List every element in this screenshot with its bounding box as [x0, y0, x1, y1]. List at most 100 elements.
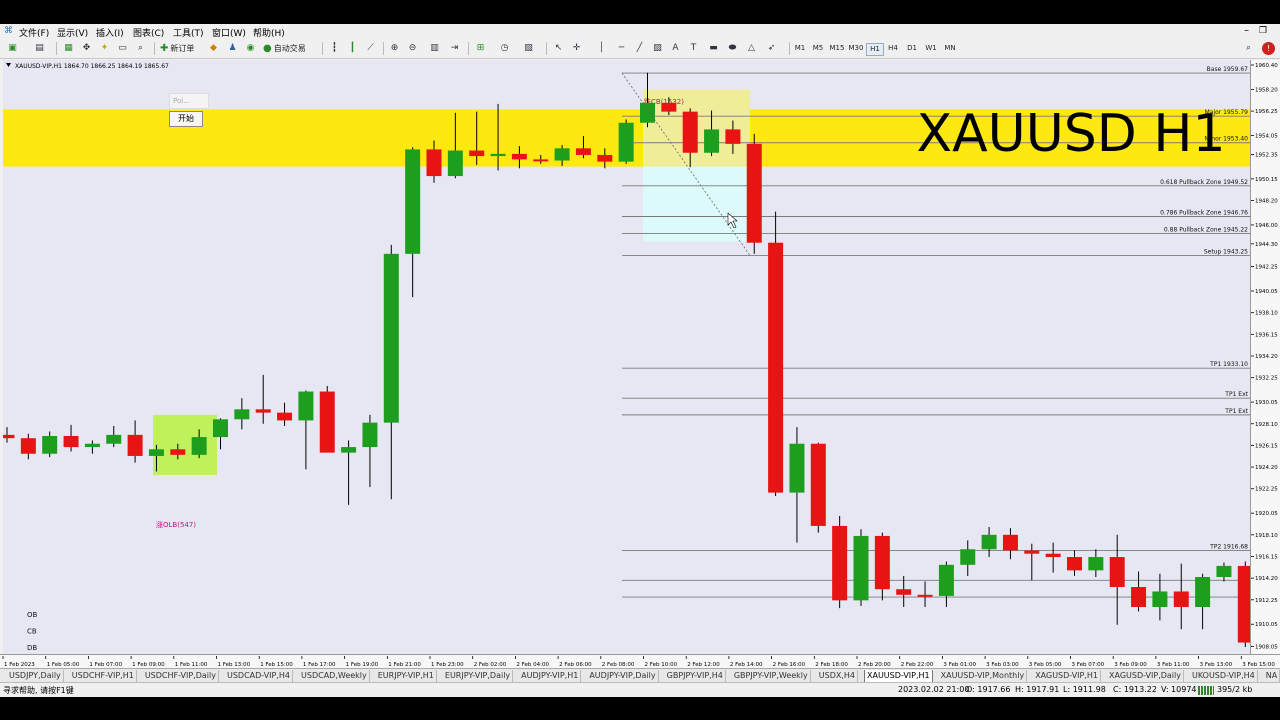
channel-icon[interactable]: ▨	[651, 42, 664, 55]
triangle-icon[interactable]: △	[745, 42, 758, 55]
new-order-button[interactable]: ✚ 新订单	[160, 42, 194, 55]
menu-file[interactable]: 文件(F)	[19, 26, 49, 39]
olb-label: 涨OLB(547)	[156, 520, 196, 529]
trendline-icon[interactable]: ╱	[633, 42, 646, 55]
candle-body	[213, 419, 228, 438]
chart-tab[interactable]: USDCHF-VIP,H1	[70, 670, 137, 682]
price-tick-label: 1910.05	[1255, 622, 1278, 628]
minimize-icon[interactable]: –	[1244, 25, 1249, 36]
price-tick-label: 1930.05	[1255, 400, 1278, 406]
candle-body	[874, 535, 890, 590]
auto-trading-label: 自动交易	[273, 44, 306, 53]
start-button[interactable]: 开始	[169, 111, 203, 127]
chart-tab[interactable]: GBPJPY-VIP,H4	[665, 670, 726, 682]
price-tick-label: 1916.15	[1255, 554, 1278, 560]
candle-body	[575, 148, 591, 155]
navigator-icon[interactable]: ✦	[98, 42, 111, 55]
candlestick-icon[interactable]: ┃	[346, 42, 359, 55]
level-label-tp2: TP2 1916.68	[1209, 544, 1248, 551]
timeframe-m5[interactable]: M5	[810, 43, 826, 54]
new-order-icon: ✚	[160, 43, 169, 54]
ellipse-icon[interactable]: ⬬	[726, 42, 739, 55]
price-tick-label: 1942.25	[1255, 265, 1278, 271]
level-label-pb618: 0.618 Pullback Zone 1949.52	[1160, 179, 1248, 186]
crosshair-icon[interactable]: ✛	[570, 42, 583, 55]
terminal-icon[interactable]: ▭	[116, 42, 129, 55]
status-traffic: 395/2 kb	[1217, 685, 1253, 694]
menu-help[interactable]: 帮助(H)	[253, 26, 285, 39]
level-label-setup: Setup 1943.25	[1204, 248, 1248, 255]
profiles-icon[interactable]: ▤	[33, 42, 46, 55]
chart-info-arrow-icon	[6, 63, 11, 67]
vertical-line-icon[interactable]: │	[595, 42, 608, 55]
chart-tab[interactable]: XAGUSD-VIP,Daily	[1107, 670, 1184, 682]
level-label-tp1b: TP1 Ext	[1224, 408, 1248, 415]
tester-icon[interactable]: ⌕	[134, 42, 147, 55]
timeframe-m30[interactable]: M30	[848, 43, 864, 54]
indicators-icon[interactable]: ⊞	[474, 42, 487, 55]
chart-tab[interactable]: AUDJPY-VIP,Daily	[587, 670, 659, 682]
price-tick-label: 1932.25	[1255, 376, 1278, 382]
zoom-in-icon[interactable]: ⊕	[388, 42, 401, 55]
menu-charts[interactable]: 图表(C)	[133, 26, 164, 39]
bar-chart-icon[interactable]: ┇	[328, 42, 341, 55]
chart-area[interactable]: Base 1959.67 Major 1955.79 Minor 1953.40 0.…	[3, 60, 1250, 654]
alert-icon[interactable]: !	[1262, 42, 1275, 55]
chart-tab[interactable]: XAUUSD-VIP,Monthly	[939, 670, 1028, 682]
chart-tab[interactable]: XAGUSD-VIP,H1	[1033, 670, 1102, 682]
candle-body	[1216, 565, 1232, 578]
price-tick-label: 1946.00	[1255, 223, 1278, 229]
chart-tab[interactable]: USDCHF-VIP,Daily	[143, 670, 219, 682]
market-icon[interactable]: ◉	[244, 42, 257, 55]
metaeditor-icon[interactable]: ◆	[207, 42, 220, 55]
search-icon[interactable]: ⌕	[1242, 42, 1255, 55]
menu-tools[interactable]: 工具(T)	[173, 26, 204, 39]
chart-tab[interactable]: EURJPY-VIP,Daily	[443, 670, 514, 682]
timeframe-d1[interactable]: D1	[904, 43, 920, 54]
cursor-icon[interactable]: ↖	[552, 42, 565, 55]
chart-tab[interactable]: GBPJPY-VIP,Weekly	[732, 670, 811, 682]
chart-tab[interactable]: USDCAD-VIP,H4	[225, 670, 294, 682]
chart-tab[interactable]: USDCAD,Weekly	[299, 670, 370, 682]
timeframe-h4[interactable]: H4	[885, 43, 901, 54]
chart-tab[interactable]: EURJPY-VIP,H1	[376, 670, 437, 682]
chart-tab[interactable]: UKOUSD-VIP,H4	[1190, 670, 1258, 682]
menu-insert[interactable]: 插入(I)	[96, 26, 124, 39]
data-window-icon[interactable]: ✥	[80, 42, 93, 55]
new-order-label: 新订单	[170, 44, 195, 53]
chart-shift-icon[interactable]: ⇥	[448, 42, 461, 55]
candle-body	[63, 435, 79, 448]
timeframe-h1[interactable]: H1	[866, 43, 884, 56]
timeframe-mn[interactable]: MN	[942, 43, 958, 54]
text-icon[interactable]: A	[669, 42, 682, 55]
zoom-out-icon[interactable]: ⊖	[406, 42, 419, 55]
chart-tab[interactable]: NA	[1264, 670, 1280, 682]
text-label-icon[interactable]: T	[687, 42, 700, 55]
candle-body	[1195, 577, 1211, 608]
chart-tab[interactable]: USDJPY,Daily	[7, 670, 64, 682]
time-axis[interactable]: 1 Feb 2023 1 Feb 05:00 1 Feb 07:00 1 Feb 09…	[0, 654, 1280, 669]
auto-trading-button[interactable]: ● 自动交易	[263, 42, 306, 55]
new-chart-icon[interactable]: ▣	[6, 42, 19, 55]
menu-window[interactable]: 窗口(W)	[212, 26, 246, 39]
status-high: H: 1917.91	[1015, 685, 1060, 694]
restore-icon[interactable]: ❐	[1259, 26, 1267, 36]
horizontal-line-icon[interactable]: ─	[615, 42, 628, 55]
candle-body	[191, 437, 207, 455]
rectangle-icon[interactable]: ▬	[707, 42, 720, 55]
timeframe-m15[interactable]: M15	[829, 43, 845, 54]
market-watch-icon[interactable]: ▦	[62, 42, 75, 55]
line-chart-icon[interactable]: ⟋	[364, 42, 377, 55]
candle-body	[1002, 534, 1018, 551]
arrows-icon[interactable]: ➶	[765, 42, 778, 55]
tile-windows-icon[interactable]: ▥	[428, 42, 441, 55]
periods-icon[interactable]: ◷	[498, 42, 511, 55]
menu-view[interactable]: 显示(V)	[57, 26, 88, 39]
timeframe-m1[interactable]: M1	[792, 43, 808, 54]
timeframe-w1[interactable]: W1	[923, 43, 939, 54]
chart-tab[interactable]: USDX,H4	[817, 670, 858, 682]
chart-tab[interactable]: AUDJPY-VIP,H1	[519, 670, 582, 682]
templates-icon[interactable]: ▧	[522, 42, 535, 55]
signals-icon[interactable]: ♟	[226, 42, 239, 55]
price-axis[interactable]: 1960.40 1958.20 1956.25 1954.05 1952.35 1950.…	[1250, 60, 1280, 654]
